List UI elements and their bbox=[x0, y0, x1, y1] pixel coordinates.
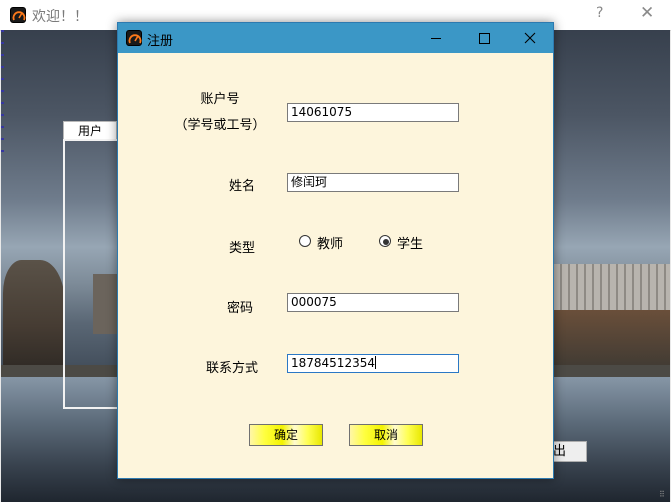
app-logo-icon bbox=[126, 30, 142, 46]
account-label-line1: 账户号 bbox=[200, 92, 240, 107]
cancel-button[interactable]: 取消 bbox=[349, 424, 423, 446]
close-icon bbox=[524, 32, 536, 44]
name-label: 姓名 bbox=[228, 179, 255, 194]
password-label: 密码 bbox=[226, 301, 253, 316]
tab-user[interactable]: 用户 bbox=[63, 121, 117, 140]
scene-trees-right bbox=[554, 310, 670, 370]
register-dialog: 注册 账户号 （学号或工号） 14061075 姓名 修闰珂 类型 教师 学生 … bbox=[117, 22, 554, 479]
scene-edge-stripes bbox=[1, 30, 4, 160]
radio-teacher-label[interactable]: 教师 bbox=[317, 233, 343, 252]
maximize-icon bbox=[479, 33, 490, 44]
minimize-button[interactable] bbox=[413, 23, 459, 53]
help-button[interactable]: ? bbox=[596, 5, 603, 21]
radio-selected-dot bbox=[383, 239, 389, 245]
account-label-line2: （学号或工号） bbox=[174, 118, 266, 133]
account-input[interactable]: 14061075 bbox=[287, 103, 459, 122]
user-tab-panel bbox=[63, 139, 119, 409]
dialog-title: 注册 bbox=[147, 34, 174, 49]
main-window-title: 欢迎！！ bbox=[32, 9, 88, 25]
minimize-icon bbox=[431, 38, 441, 39]
main-window-close-button[interactable]: ✕ bbox=[640, 3, 654, 23]
maximize-button[interactable] bbox=[461, 23, 507, 53]
name-input[interactable]: 修闰珂 bbox=[287, 173, 459, 192]
radio-student-circle[interactable] bbox=[379, 235, 391, 247]
scene-trees-left bbox=[3, 260, 65, 370]
type-label: 类型 bbox=[228, 241, 255, 256]
password-input[interactable]: 000075 bbox=[287, 293, 459, 312]
dialog-close-button[interactable] bbox=[507, 23, 553, 53]
contact-input[interactable]: 18784512354 bbox=[287, 354, 459, 373]
contact-label: 联系方式 bbox=[205, 361, 258, 376]
confirm-button[interactable]: 确定 bbox=[249, 424, 323, 446]
resize-grip-icon[interactable]: ⠿ bbox=[659, 490, 665, 499]
radio-student-label[interactable]: 学生 bbox=[397, 233, 423, 252]
exit-button[interactable]: 出 bbox=[550, 441, 587, 462]
dialog-titlebar[interactable]: 注册 bbox=[118, 23, 553, 53]
text-caret bbox=[374, 356, 376, 369]
app-logo-icon bbox=[10, 7, 26, 23]
radio-teacher-circle[interactable] bbox=[299, 235, 311, 247]
contact-input-value: 18784512354 bbox=[291, 356, 375, 370]
